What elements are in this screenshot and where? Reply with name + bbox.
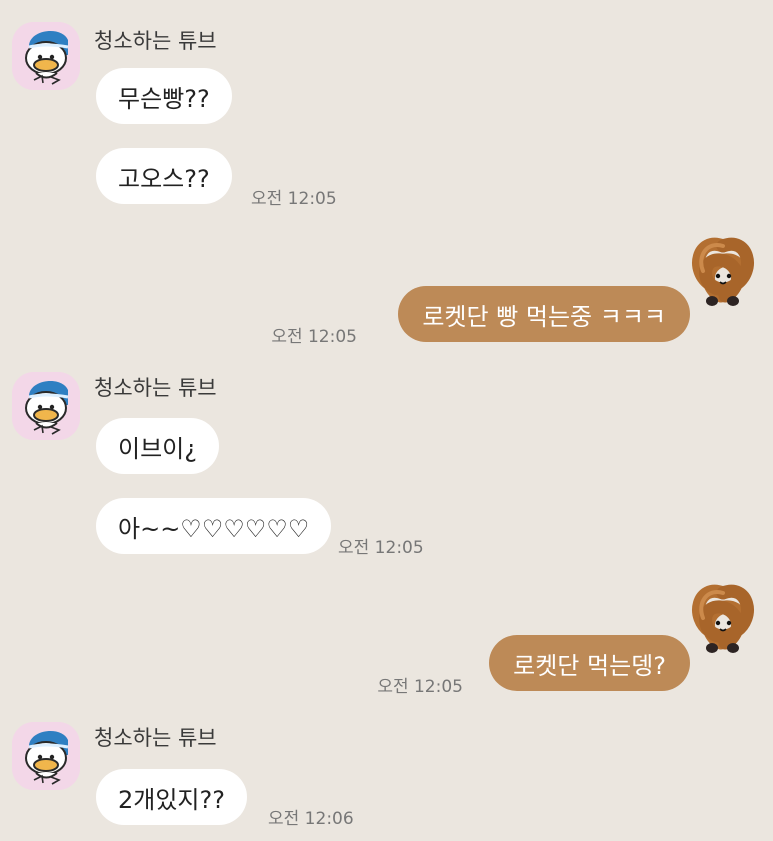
message-timestamp: 오전 12:06: [268, 809, 354, 829]
message-timestamp: 오전 12:05: [377, 677, 463, 697]
tube-duck-avatar-icon: [12, 22, 80, 90]
message-timestamp: 오전 12:05: [251, 189, 337, 209]
incoming-message-bubble[interactable]: 이브이¿: [96, 418, 219, 474]
sender-avatar[interactable]: [12, 372, 80, 440]
tube-duck-avatar-icon: [12, 372, 80, 440]
message-timestamp: 오전 12:05: [338, 538, 424, 558]
sender-name: 청소하는 튜브: [94, 376, 217, 400]
sender-avatar[interactable]: [12, 722, 80, 790]
outgoing-message-bubble[interactable]: 로켓단 빵 먹는중 ㅋㅋㅋ: [398, 286, 690, 342]
message-timestamp: 오전 12:05: [271, 327, 357, 347]
outgoing-message-bubble[interactable]: 로켓단 먹는뎅?: [489, 635, 690, 691]
pretzel-plush-avatar-icon: [692, 584, 754, 653]
sender-name: 청소하는 튜브: [94, 726, 217, 750]
tube-duck-avatar-icon: [12, 722, 80, 790]
incoming-message-bubble[interactable]: 고오스??: [96, 148, 232, 204]
outgoing-avatar[interactable]: [685, 583, 761, 657]
incoming-message-bubble[interactable]: 아~~♡♡♡♡♡♡: [96, 498, 332, 554]
pretzel-plush-avatar-icon: [692, 237, 754, 306]
sender-avatar[interactable]: [12, 22, 80, 90]
sender-name: 청소하는 튜브: [94, 29, 217, 53]
outgoing-avatar[interactable]: [685, 236, 761, 310]
incoming-message-bubble[interactable]: 2개있지??: [96, 769, 247, 825]
incoming-message-bubble[interactable]: 무슨빵??: [96, 68, 232, 124]
